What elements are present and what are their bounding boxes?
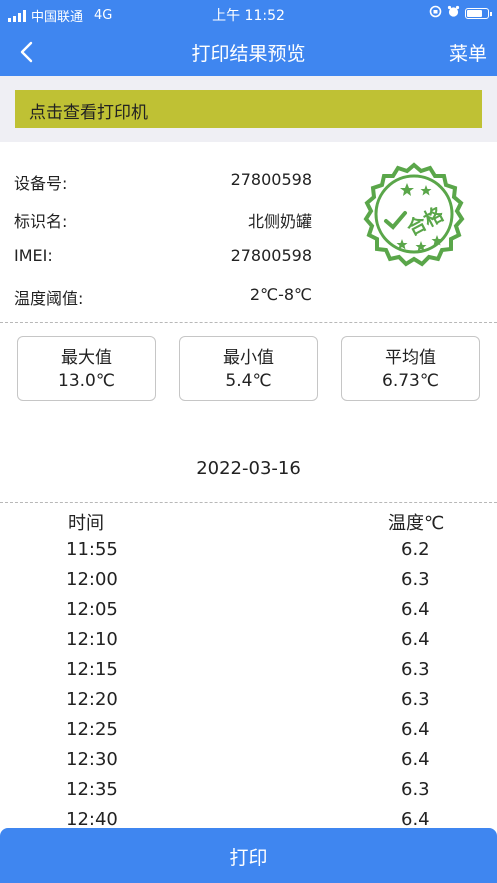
imei-row: IMEI: 27800598 bbox=[14, 246, 312, 270]
row-time: 12:20 bbox=[66, 689, 118, 710]
row-temp: 6.4 bbox=[401, 629, 430, 650]
row-temp: 6.3 bbox=[401, 569, 430, 590]
status-right bbox=[429, 5, 492, 22]
row-time: 12:40 bbox=[66, 809, 118, 830]
row-temp: 6.4 bbox=[401, 719, 430, 740]
table-header-temp: 温度℃ bbox=[388, 513, 445, 534]
table-row: 12:05 6.4 bbox=[0, 599, 497, 629]
page-title: 打印结果预览 bbox=[191, 43, 306, 65]
qualified-stamp-icon: 合格 bbox=[363, 162, 465, 267]
stamp-text: 合格 bbox=[403, 202, 448, 241]
row-time: 12:30 bbox=[66, 749, 118, 770]
table-row: 12:00 6.3 bbox=[0, 569, 497, 599]
table-row: 11:55 6.2 bbox=[0, 539, 497, 569]
identifier-label: 标识名: bbox=[14, 212, 68, 231]
table-row: 12:30 6.4 bbox=[0, 749, 497, 779]
max-value-label: 最大值 bbox=[61, 348, 112, 368]
row-temp: 6.4 bbox=[401, 599, 430, 620]
battery-icon bbox=[465, 8, 492, 19]
max-value-card: 最大值 13.0℃ bbox=[17, 336, 156, 401]
identifier-row: 标识名: 北侧奶罐 bbox=[14, 208, 312, 232]
row-time: 12:10 bbox=[66, 629, 118, 650]
row-temp: 6.4 bbox=[401, 809, 430, 830]
device-id-label: 设备号: bbox=[14, 174, 68, 193]
min-value: 5.4℃ bbox=[225, 371, 272, 391]
row-time: 12:00 bbox=[66, 569, 118, 590]
table-row: 12:10 6.4 bbox=[0, 629, 497, 659]
row-time: 11:55 bbox=[66, 539, 118, 560]
threshold-value: 2℃-8℃ bbox=[249, 285, 312, 304]
row-time: 12:35 bbox=[66, 779, 118, 800]
divider-top bbox=[0, 322, 497, 323]
device-id-value: 27800598 bbox=[230, 170, 312, 189]
row-temp: 6.3 bbox=[401, 779, 430, 800]
status-bar: 中国联通 4G 上午 11:52 bbox=[0, 0, 497, 28]
row-time: 12:25 bbox=[66, 719, 118, 740]
print-button[interactable]: 打印 bbox=[0, 828, 497, 883]
divider-bottom bbox=[0, 502, 497, 503]
orientation-lock-icon bbox=[429, 5, 442, 22]
max-value: 13.0℃ bbox=[58, 371, 115, 391]
table-header-time: 时间 bbox=[68, 513, 104, 534]
table-row: 12:20 6.3 bbox=[0, 689, 497, 719]
threshold-label: 温度阈值: bbox=[14, 289, 84, 308]
view-printer-button[interactable]: 点击查看打印机 bbox=[15, 90, 482, 128]
threshold-row: 温度阈值: 2℃-8℃ bbox=[14, 285, 312, 309]
device-id-row: 设备号: 27800598 bbox=[14, 170, 312, 194]
table-row: 12:15 6.3 bbox=[0, 659, 497, 689]
row-time: 12:15 bbox=[66, 659, 118, 680]
identifier-value: 北侧奶罐 bbox=[247, 212, 312, 231]
row-temp: 6.2 bbox=[401, 539, 430, 560]
alarm-icon bbox=[447, 5, 460, 22]
row-temp: 6.3 bbox=[401, 689, 430, 710]
imei-label: IMEI: bbox=[14, 246, 53, 265]
imei-value: 27800598 bbox=[230, 246, 312, 265]
nav-bar: 打印结果预览 菜单 bbox=[0, 28, 497, 76]
avg-value-card: 平均值 6.73℃ bbox=[341, 336, 480, 401]
avg-value-label: 平均值 bbox=[385, 348, 436, 368]
menu-button[interactable]: 菜单 bbox=[449, 39, 487, 66]
min-value-label: 最小值 bbox=[223, 348, 274, 368]
row-time: 12:05 bbox=[66, 599, 118, 620]
clock: 上午 11:52 bbox=[212, 8, 285, 24]
min-value-card: 最小值 5.4℃ bbox=[179, 336, 318, 401]
row-temp: 6.3 bbox=[401, 659, 430, 680]
row-temp: 6.4 bbox=[401, 749, 430, 770]
avg-value: 6.73℃ bbox=[382, 371, 439, 391]
record-date: 2022-03-16 bbox=[196, 458, 301, 479]
table-row: 12:25 6.4 bbox=[0, 719, 497, 749]
table-row: 12:35 6.3 bbox=[0, 779, 497, 809]
